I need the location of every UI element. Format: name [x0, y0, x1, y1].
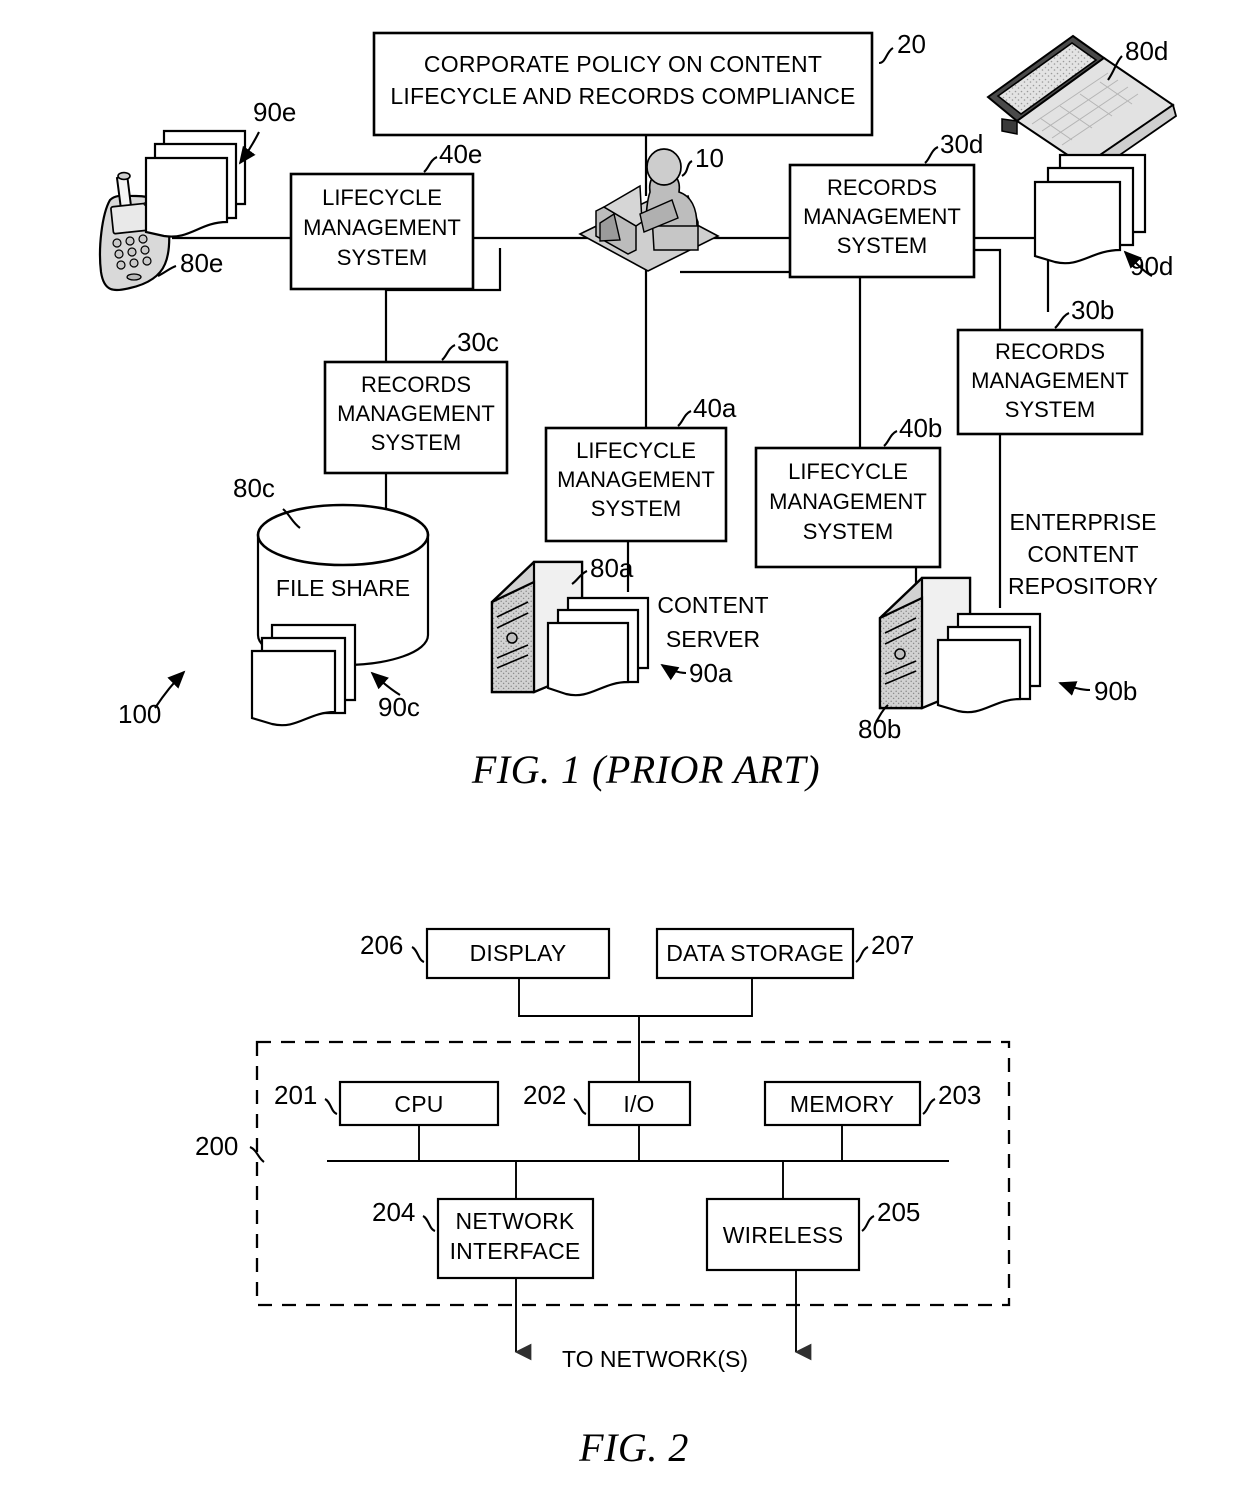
box-30b-line2: MANAGEMENT	[971, 368, 1129, 393]
box-30d-line3: SYSTEM	[837, 233, 927, 258]
ref-80c: 80c	[233, 473, 275, 503]
box-lifecycle-management-40b: LIFECYCLE MANAGEMENT SYSTEM	[754, 446, 942, 569]
memory-label: MEMORY	[790, 1091, 894, 1117]
box-40a-line2: MANAGEMENT	[557, 467, 715, 492]
ref-80d: 80d	[1125, 36, 1168, 66]
content-server-label-line2: SERVER	[666, 626, 760, 652]
ref-200: 200	[195, 1131, 238, 1161]
to-network-label: TO NETWORK(S)	[562, 1346, 748, 1372]
file-share-label: FILE SHARE	[276, 575, 410, 601]
document-stack-90c	[250, 623, 357, 727]
box-30c-line1: RECORDS	[361, 372, 471, 397]
box-display-206: DISPLAY	[425, 927, 611, 980]
wireless-label: WIRELESS	[723, 1222, 843, 1248]
box-wireless-205: WIRELESS	[705, 1197, 861, 1272]
box-lifecycle-management-40e: LIFECYCLE MANAGEMENT SYSTEM	[289, 172, 475, 291]
policy-box: CORPORATE POLICY ON CONTENT LIFECYCLE AN…	[372, 31, 874, 137]
box-30b-line1: RECORDS	[995, 339, 1105, 364]
ref-90d: 90d	[1130, 251, 1173, 281]
box-40b-line2: MANAGEMENT	[769, 489, 927, 514]
box-lifecycle-management-40a: LIFECYCLE MANAGEMENT SYSTEM	[544, 426, 728, 543]
box-40b-line1: LIFECYCLE	[788, 459, 908, 484]
box-io-202: I/O	[587, 1080, 692, 1127]
ref-100: 100	[118, 699, 161, 729]
ref-20: 20	[897, 29, 926, 59]
ref-30c: 30c	[457, 327, 499, 357]
ref-90e: 90e	[253, 97, 296, 127]
ref-206: 206	[360, 930, 403, 960]
ref-204: 204	[372, 1197, 415, 1227]
figure-1-caption: FIG. 1 (PRIOR ART)	[471, 747, 820, 792]
ref-203: 203	[938, 1080, 981, 1110]
ref-90c: 90c	[378, 692, 420, 722]
box-40b-line3: SYSTEM	[803, 519, 893, 544]
policy-line-2: LIFECYCLE AND RECORDS COMPLIANCE	[390, 83, 855, 109]
ref-30b: 30b	[1071, 295, 1114, 325]
ref-90a: 90a	[689, 658, 733, 688]
box-40e-line3: SYSTEM	[337, 245, 427, 270]
ref-80e: 80e	[180, 248, 223, 278]
ref-30d: 30d	[940, 129, 983, 159]
ref-10: 10	[695, 143, 724, 173]
io-label: I/O	[623, 1091, 654, 1117]
box-memory-203: MEMORY	[763, 1080, 922, 1127]
box-40a-line3: SYSTEM	[591, 496, 681, 521]
ecr-label-line2: CONTENT	[1027, 541, 1138, 567]
box-30b-line3: SYSTEM	[1005, 397, 1095, 422]
drawing-canvas: CORPORATE POLICY ON CONTENT LIFECYCLE AN…	[98, 29, 1178, 1470]
document-stack-90e	[144, 129, 247, 238]
ref-201: 201	[274, 1080, 317, 1110]
ref-205: 205	[877, 1197, 920, 1227]
ref-80b: 80b	[858, 714, 901, 744]
ref-40b: 40b	[899, 413, 942, 443]
box-40e-line1: LIFECYCLE	[322, 185, 442, 210]
box-40a-line1: LIFECYCLE	[576, 438, 696, 463]
display-label: DISPLAY	[470, 940, 567, 966]
ref-40e: 40e	[439, 139, 482, 169]
box-records-management-30d: RECORDS MANAGEMENT SYSTEM	[788, 163, 976, 279]
figure-2-caption: FIG. 2	[578, 1425, 689, 1470]
box-data-storage-207: DATA STORAGE	[655, 927, 855, 980]
box-records-management-30c: RECORDS MANAGEMENT SYSTEM	[323, 360, 509, 475]
ref-80a: 80a	[590, 553, 634, 583]
network-interface-line1: NETWORK	[456, 1208, 575, 1234]
document-stack-90d	[1033, 153, 1147, 265]
box-network-interface-204: NETWORK INTERFACE	[436, 1197, 595, 1280]
ref-207: 207	[871, 930, 914, 960]
ecr-label-line3: REPOSITORY	[1008, 573, 1158, 599]
document-stack-90a	[546, 596, 650, 697]
data-storage-label: DATA STORAGE	[666, 940, 844, 966]
box-30d-line1: RECORDS	[827, 175, 937, 200]
box-40e-line2: MANAGEMENT	[303, 215, 461, 240]
box-cpu-201: CPU	[338, 1080, 500, 1127]
patent-drawing-sheet: CORPORATE POLICY ON CONTENT LIFECYCLE AN…	[0, 0, 1240, 1493]
ref-90b: 90b	[1094, 676, 1137, 706]
ref-202: 202	[523, 1080, 566, 1110]
box-30d-line2: MANAGEMENT	[803, 204, 961, 229]
document-stack-90b	[936, 612, 1042, 714]
content-server-label-line1: CONTENT	[657, 592, 768, 618]
policy-line-1: CORPORATE POLICY ON CONTENT	[424, 51, 822, 77]
box-30c-line3: SYSTEM	[371, 430, 461, 455]
box-records-management-30b: RECORDS MANAGEMENT SYSTEM	[956, 328, 1144, 436]
ecr-label-line1: ENTERPRISE	[1010, 509, 1157, 535]
cpu-label: CPU	[394, 1091, 443, 1117]
network-interface-line2: INTERFACE	[450, 1238, 581, 1264]
fig2-connection-lines	[327, 978, 949, 1361]
box-30c-line2: MANAGEMENT	[337, 401, 495, 426]
ref-40a: 40a	[693, 393, 737, 423]
